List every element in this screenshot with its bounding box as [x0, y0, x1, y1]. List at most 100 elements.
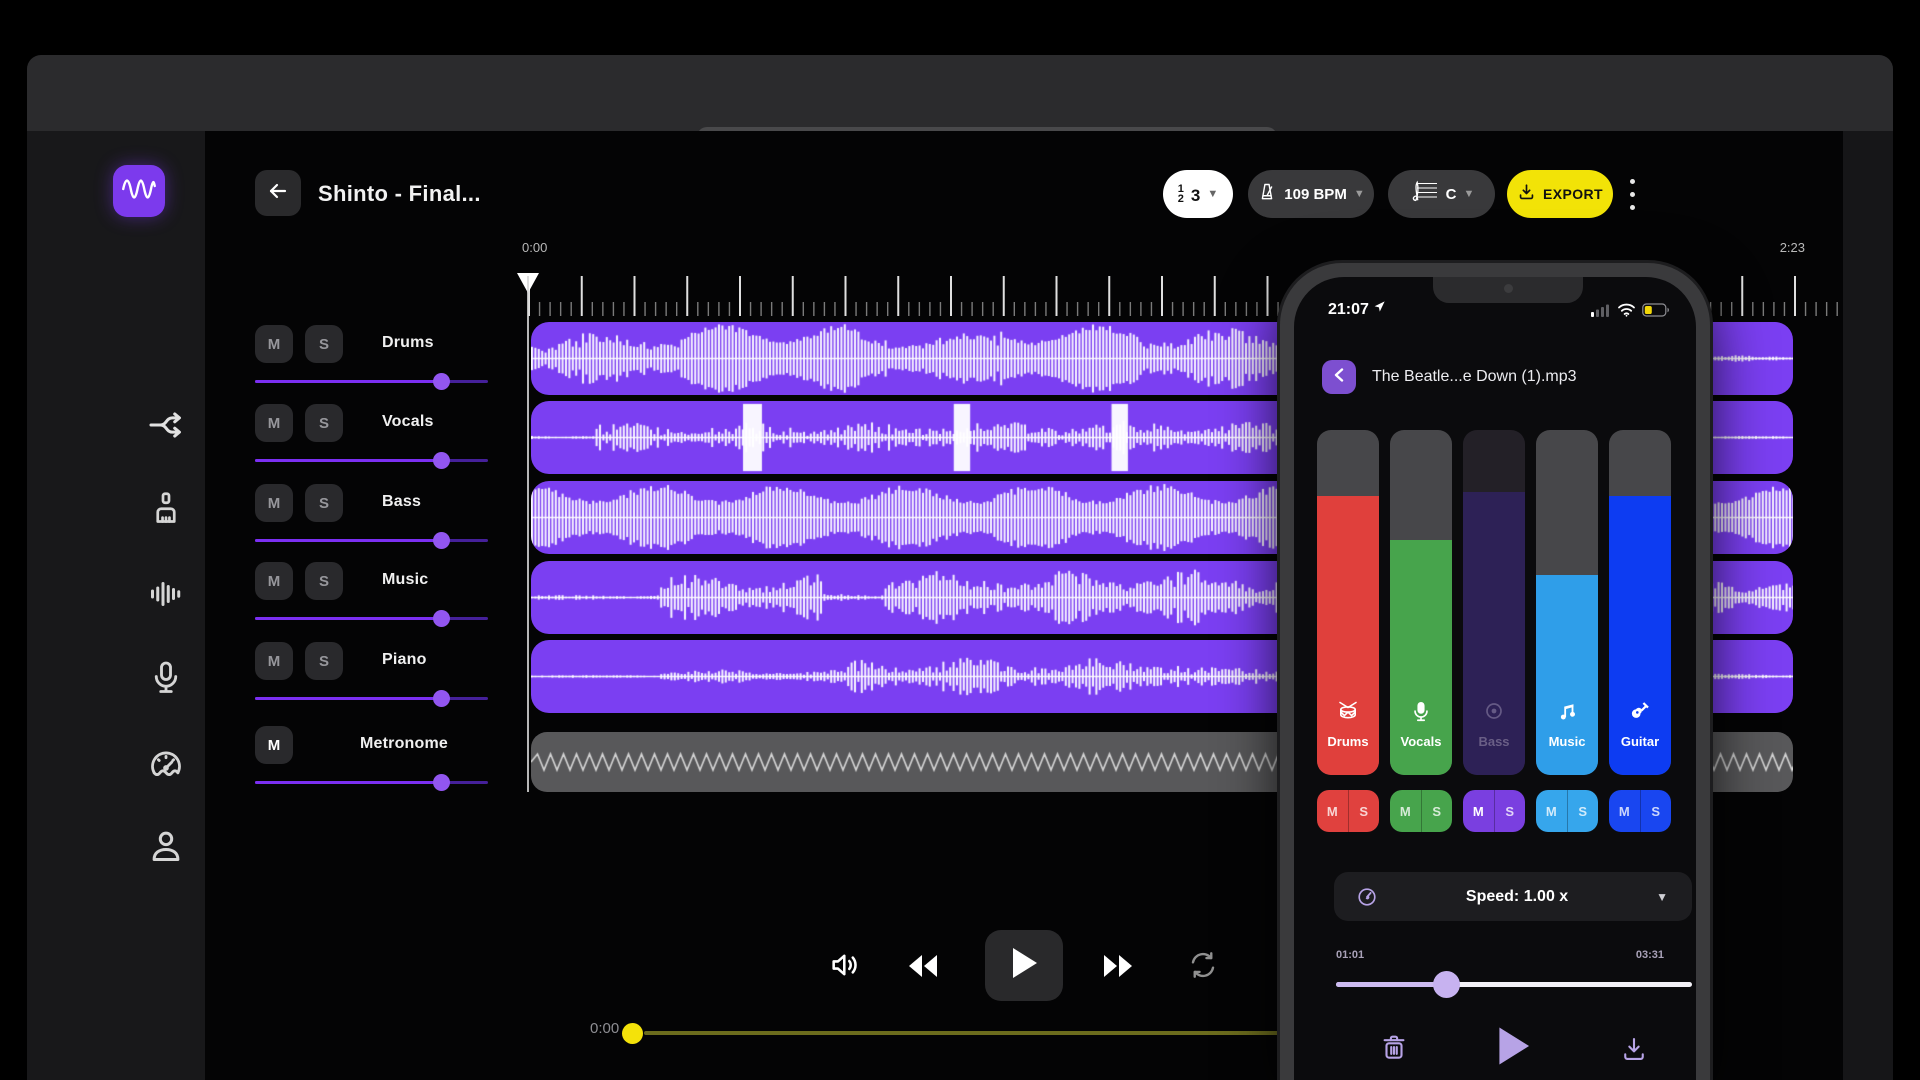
- mute-button-piano[interactable]: M: [255, 642, 293, 680]
- speaker-icon: [828, 948, 862, 987]
- volume-slider-metronome[interactable]: [255, 774, 488, 791]
- track-label-drums: Drums: [382, 334, 434, 351]
- volume-fill: [255, 459, 442, 462]
- volume-slider-piano[interactable]: [255, 690, 488, 707]
- chevron-down-icon: ▼: [1353, 188, 1365, 200]
- solo-button-vocals[interactable]: S: [305, 404, 343, 442]
- guitar-icon: [1609, 699, 1671, 723]
- phone-solo-button-bass[interactable]: S: [1495, 790, 1526, 832]
- scrollbar-gutter[interactable]: [1843, 131, 1893, 1080]
- phone-speed-selector[interactable]: Speed: 1.00 x ▼: [1334, 872, 1692, 921]
- broom-icon: [148, 490, 184, 531]
- mute-button-vocals[interactable]: M: [255, 404, 293, 442]
- drum-icon: [1317, 699, 1379, 723]
- sidebar-item-levels[interactable]: [139, 569, 193, 623]
- track-label-piano: Piano: [382, 651, 427, 668]
- key-selector[interactable]: C ▼: [1388, 170, 1495, 218]
- app-logo[interactable]: [113, 165, 165, 217]
- phone-mute-button-vocals[interactable]: M: [1390, 790, 1422, 832]
- phone-ms-guitar: MS: [1609, 790, 1671, 832]
- sidebar-item-account[interactable]: [139, 821, 193, 875]
- sidebar-item-cleanup[interactable]: [139, 483, 193, 537]
- split-icon: [147, 406, 185, 449]
- person-icon: [147, 827, 185, 870]
- solo-button-piano[interactable]: S: [305, 642, 343, 680]
- time-signature-selector[interactable]: 12 3 ▼: [1163, 170, 1233, 218]
- microphone-icon: [148, 660, 184, 701]
- rewind-icon: [905, 951, 941, 986]
- play-icon: [1494, 1025, 1532, 1072]
- phone-solo-button-music[interactable]: S: [1568, 790, 1599, 832]
- phone-mute-button-music[interactable]: M: [1536, 790, 1568, 832]
- fast-forward-icon: [1100, 951, 1136, 986]
- bpm-selector[interactable]: 109 BPM ▼: [1248, 170, 1374, 218]
- solo-button-bass[interactable]: S: [305, 484, 343, 522]
- phone-ms-drums: MS: [1317, 790, 1379, 832]
- stem-label: Vocals: [1400, 734, 1442, 749]
- phone-delete-button[interactable]: [1374, 1029, 1414, 1069]
- song-progress-knob[interactable]: [622, 1023, 643, 1044]
- phone-stem-vocals[interactable]: Vocals: [1390, 430, 1452, 775]
- phone-solo-button-drums[interactable]: S: [1349, 790, 1380, 832]
- phone-progress-knob[interactable]: [1433, 971, 1461, 998]
- stem-fill: [1463, 492, 1525, 775]
- phone-solo-button-guitar[interactable]: S: [1641, 790, 1672, 832]
- play-icon: [1009, 946, 1039, 985]
- phone-download-button[interactable]: [1614, 1031, 1654, 1071]
- record-icon: [1463, 699, 1525, 723]
- phone-mute-button-bass[interactable]: M: [1463, 790, 1495, 832]
- music-note-icon: [1536, 701, 1598, 723]
- export-button[interactable]: EXPORT: [1507, 170, 1613, 218]
- phone-stem-mixer: Drums M S Vocals M S Bass M S Music M S Guitar M S: [1294, 277, 1696, 837]
- more-options-button[interactable]: [1622, 172, 1642, 216]
- loop-button[interactable]: [1184, 948, 1222, 986]
- mute-button-metronome[interactable]: M: [255, 726, 293, 764]
- rewind-button[interactable]: [903, 950, 943, 986]
- phone-mute-button-drums[interactable]: M: [1317, 790, 1349, 832]
- volume-fill: [255, 617, 442, 620]
- track-label-metronome: Metronome: [360, 735, 449, 752]
- gauge-icon: [147, 745, 185, 788]
- play-button[interactable]: [985, 930, 1063, 1001]
- stem-label: Bass: [1478, 734, 1510, 749]
- phone-progress-track[interactable]: [1336, 982, 1692, 987]
- sidebar-item-record[interactable]: [139, 653, 193, 707]
- solo-button-drums[interactable]: S: [305, 325, 343, 363]
- export-label: EXPORT: [1543, 186, 1603, 202]
- mute-button-bass[interactable]: M: [255, 484, 293, 522]
- phone-ms-music: MS: [1536, 790, 1598, 832]
- phone-stem-music[interactable]: Music: [1536, 430, 1598, 775]
- volume-slider-music[interactable]: [255, 610, 488, 627]
- phone-ms-bass: MS: [1463, 790, 1525, 832]
- time-signature-value: 3: [1190, 186, 1201, 205]
- browser-titlebar: [27, 55, 1893, 165]
- bpm-value: 109 BPM: [1284, 185, 1347, 203]
- song-title: Shinto - Final...: [318, 181, 481, 206]
- volume-button[interactable]: [824, 946, 866, 988]
- mute-button-drums[interactable]: M: [255, 325, 293, 363]
- phone-solo-button-vocals[interactable]: S: [1422, 790, 1453, 832]
- timeline-end-time: 2:23: [1779, 240, 1805, 255]
- back-button[interactable]: [255, 170, 301, 216]
- sidebar-item-split[interactable]: [139, 400, 193, 454]
- phone-mute-button-guitar[interactable]: M: [1609, 790, 1641, 832]
- solo-button-music[interactable]: S: [305, 562, 343, 600]
- chevron-down-icon: ▼: [1207, 188, 1219, 200]
- phone-stem-drums[interactable]: Drums: [1317, 430, 1379, 775]
- mute-button-music[interactable]: M: [255, 562, 293, 600]
- trash-icon: [1379, 1032, 1409, 1067]
- phone-mockup: 21:07 The Beatle...e Down (1).mp3 Drums …: [1280, 263, 1710, 1080]
- time-signature-fraction: 12: [1177, 183, 1184, 205]
- phone-stem-bass[interactable]: Bass: [1463, 430, 1525, 775]
- phone-stem-guitar[interactable]: Guitar: [1609, 430, 1671, 775]
- stem-label: Drums: [1327, 734, 1369, 749]
- volume-slider-bass[interactable]: [255, 532, 488, 549]
- song-progress-track[interactable]: [644, 1031, 1304, 1035]
- sidebar-item-tempo[interactable]: [139, 739, 193, 793]
- volume-slider-drums[interactable]: [255, 373, 488, 390]
- metronome-icon: [1257, 182, 1277, 207]
- volume-slider-vocals[interactable]: [255, 452, 488, 469]
- phone-play-button[interactable]: [1490, 1025, 1536, 1071]
- equalizer-icon: [148, 576, 184, 617]
- fast-forward-button[interactable]: [1098, 950, 1138, 986]
